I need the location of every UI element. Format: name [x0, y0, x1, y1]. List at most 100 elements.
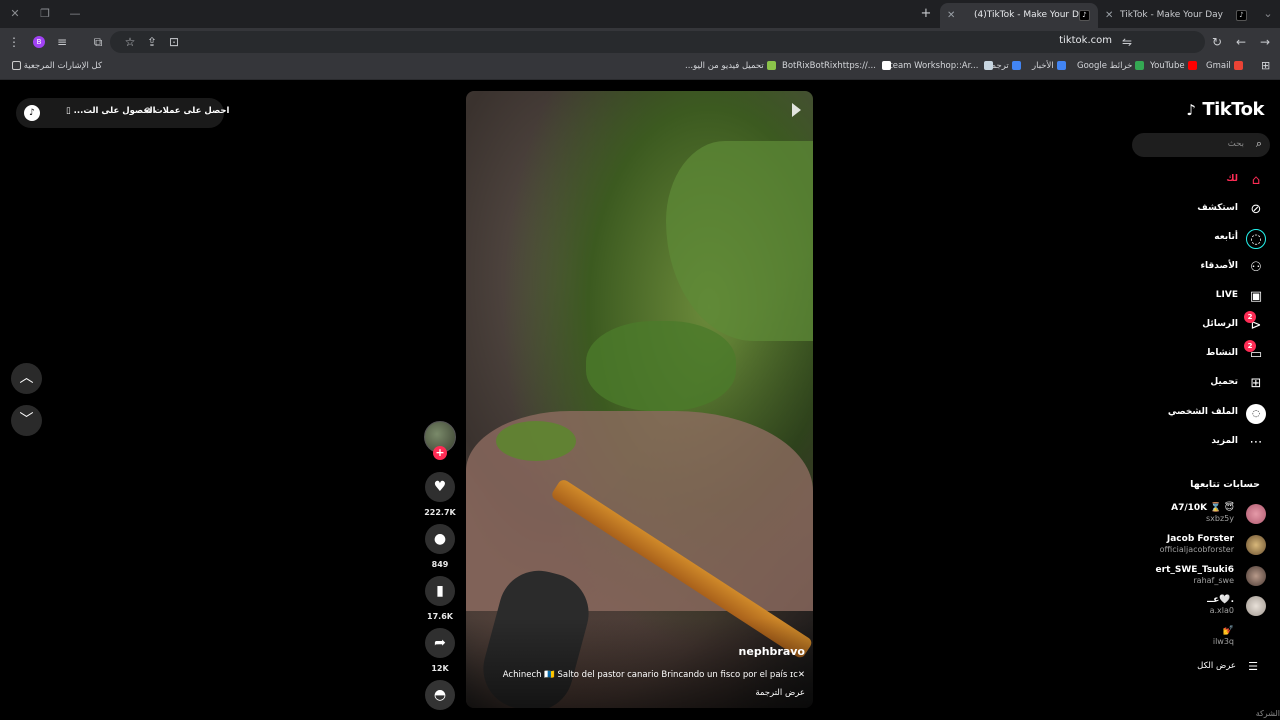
- nav-label: الرسائل: [1202, 319, 1238, 329]
- apps-grid-icon[interactable]: ⊞: [1261, 59, 1270, 72]
- translate-page-icon[interactable]: ⊡: [166, 34, 182, 50]
- tiktok-favicon-icon: ♪: [1236, 10, 1247, 21]
- translate-icon: [1011, 61, 1021, 70]
- maps-icon: [1135, 61, 1145, 70]
- see-translation-link[interactable]: عرض الترجمة: [755, 688, 805, 698]
- heart-icon: ♥: [433, 479, 447, 495]
- bookmark-download[interactable]: تحميل فيديو من اليو...: [685, 61, 776, 71]
- nav-more[interactable]: ⋯ المزيد: [1130, 432, 1266, 454]
- bookmark-youtube[interactable]: YouTube: [1150, 61, 1197, 71]
- footer-company-link[interactable]: الشركة: [1256, 709, 1280, 718]
- tab-tiktok[interactable]: ✕ TikTok - Make Your Day ♪: [1099, 3, 1255, 28]
- bookmark-label: BotRixBotRixhttps://...: [782, 61, 876, 71]
- bookmark-label: الأخبار: [1032, 61, 1054, 71]
- nav-messages[interactable]: ⊳ 2 الرسائل: [1130, 311, 1266, 337]
- all-bookmarks[interactable]: كل الإشارات المرجعية: [9, 61, 102, 71]
- account-handle: sxbz5y: [1205, 514, 1234, 523]
- site-settings-icon[interactable]: ⇋: [1119, 34, 1135, 50]
- restore-window-icon[interactable]: ❐: [38, 7, 52, 21]
- reading-list-icon[interactable]: ≡: [54, 34, 70, 50]
- more-icon: ⋯: [1249, 435, 1263, 450]
- get-app-button[interactable]: الحصول على الت... ▯: [66, 106, 156, 116]
- nav-for-you[interactable]: ⌂ لك: [1130, 170, 1266, 192]
- search-input[interactable]: بحث ⌕: [1132, 133, 1270, 157]
- nav-label: الأصدقاء: [1200, 261, 1238, 271]
- bookmark-maps[interactable]: خرائط Google: [1077, 61, 1145, 71]
- tab-search-icon[interactable]: ⌄: [1261, 7, 1275, 21]
- tab-tiktok-active[interactable]: ✕ (4)TikTok - Make Your Day ♪: [940, 3, 1098, 28]
- previous-video-button[interactable]: ︿: [11, 363, 42, 394]
- minimize-window-icon[interactable]: —: [68, 7, 82, 21]
- account-item[interactable]: ert_SWE_Tsuki6 rahaf_swe: [1130, 563, 1266, 589]
- account-item[interactable]: 💅 ilw3q: [1130, 624, 1266, 650]
- account-item[interactable]: A7/10K ⌛ 😇 sxbz5y: [1130, 501, 1266, 527]
- back-icon[interactable]: →: [1257, 34, 1273, 50]
- close-window-icon[interactable]: ✕: [8, 7, 22, 21]
- bookmark-star-icon[interactable]: ☆: [122, 34, 138, 50]
- bookmark-icon: ▮: [436, 583, 444, 599]
- install-app-icon[interactable]: ⇪: [144, 34, 160, 50]
- nav-profile[interactable]: ◌ الملف الشخصي: [1130, 403, 1266, 425]
- video-player[interactable]: nephbravo Achinech 🇮🇨 Salto del pastor c…: [466, 91, 813, 708]
- bookmark-gmail[interactable]: Gmail: [1206, 61, 1243, 71]
- nav-following[interactable]: ◌ أتابعه: [1130, 228, 1266, 250]
- bookmark-news[interactable]: الأخبار: [1032, 61, 1066, 71]
- extensions-icon[interactable]: ⧉: [90, 34, 106, 50]
- new-tab-icon[interactable]: +: [919, 7, 933, 21]
- video-frame: [496, 421, 576, 461]
- following-accounts-title: حسابات تتابعها: [1190, 479, 1260, 490]
- avatar: [1246, 535, 1266, 555]
- nav-upload[interactable]: ⊞ تحميل: [1130, 373, 1266, 395]
- tiktok-brand[interactable]: ♪ TikTok: [1186, 99, 1264, 120]
- forward-icon[interactable]: ←: [1233, 34, 1249, 50]
- menu-dots-icon[interactable]: ⋮: [6, 34, 22, 50]
- nav-live[interactable]: ▣ LIVE: [1130, 286, 1266, 308]
- nav-label: تحميل: [1210, 377, 1238, 387]
- account-handle: a.xla0: [1209, 606, 1234, 615]
- video-author[interactable]: nephbravo: [739, 645, 805, 658]
- tiktok-logo-icon[interactable]: ♪: [24, 105, 40, 121]
- nav-label: النشاط: [1205, 348, 1238, 358]
- list-icon: ☰: [1248, 660, 1258, 673]
- music-disc[interactable]: ◓: [425, 680, 455, 710]
- folder-icon: [12, 61, 21, 70]
- omnibox[interactable]: ☆ ⇪ ⊡ tiktok.com ⇋: [110, 31, 1205, 53]
- bookmark-botrix[interactable]: BotRixBotRixhttps://...: [782, 61, 891, 71]
- home-icon: ⌂: [1251, 173, 1261, 188]
- search-icon[interactable]: ⌕: [1256, 137, 1262, 151]
- nav-explore[interactable]: ⊘ استكشف: [1130, 199, 1266, 221]
- get-coins-button[interactable]: احصل على عملات ⊘: [144, 106, 229, 116]
- nav-label: LIVE: [1215, 290, 1238, 300]
- nav-friends[interactable]: ⚇ الأصدقاء: [1130, 257, 1266, 279]
- save-button[interactable]: ▮: [425, 576, 455, 606]
- bookmark-steam[interactable]: Steam Workshop::Ar...: [884, 61, 994, 71]
- comment-button[interactable]: ●: [425, 524, 455, 554]
- follow-button[interactable]: +: [433, 446, 447, 460]
- all-bookmarks-label: كل الإشارات المرجعية: [23, 61, 103, 71]
- next-video-button[interactable]: ﹀: [11, 405, 42, 436]
- account-name: Jacob Forster: [1166, 534, 1234, 544]
- share-button[interactable]: ➦: [425, 628, 455, 658]
- chevron-up-icon: ︿: [19, 370, 34, 386]
- like-button[interactable]: ♥: [425, 472, 455, 502]
- account-handle: officialjacobforster: [1159, 545, 1234, 554]
- bookmark-label: خرائط Google: [1077, 61, 1133, 71]
- bookmarks-bar: كل الإشارات المرجعية Gmail YouTube خرائط…: [0, 56, 1280, 80]
- profile-avatar[interactable]: B: [33, 36, 45, 48]
- steam-icon: [984, 61, 994, 70]
- reload-icon[interactable]: ↻: [1209, 34, 1225, 50]
- messages-badge: 2: [1244, 311, 1256, 323]
- bookmark-label: YouTube: [1150, 61, 1185, 71]
- account-item[interactable]: Jacob Forster officialjacobforster: [1130, 532, 1266, 558]
- show-all-button[interactable]: ☰ عرض الكل: [1148, 660, 1258, 677]
- bookmark-label: Steam Workshop::Ar...: [884, 61, 979, 71]
- close-tab-icon[interactable]: ✕: [1105, 3, 1113, 28]
- get-app-bar: ♪ الحصول على الت... ▯ احصل على عملات ⊘: [16, 98, 229, 128]
- nav-activity[interactable]: ▭ 2 النشاط: [1130, 340, 1266, 366]
- account-item[interactable]: عــ🤍. a.xla0: [1130, 593, 1266, 619]
- toolbar: ⋮ B ≡ ⧉ ☆ ⇪ ⊡ tiktok.com ⇋ ↻ ← →: [0, 28, 1280, 56]
- close-tab-icon[interactable]: ✕: [947, 3, 955, 28]
- share-icon: ➦: [434, 635, 446, 651]
- account-name: 💅: [1222, 626, 1234, 636]
- activity-badge: 2: [1244, 340, 1256, 352]
